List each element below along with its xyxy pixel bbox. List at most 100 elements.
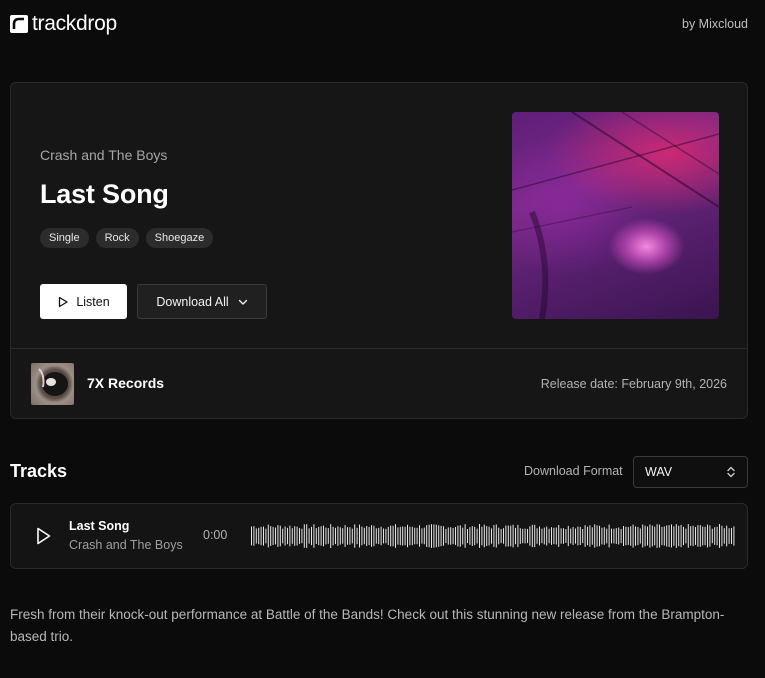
waveform-bar <box>584 525 586 547</box>
waveform-bar <box>637 526 639 546</box>
waveform-bar <box>284 526 286 546</box>
waveform-bar <box>719 524 720 548</box>
download-format-label: Download Format <box>524 464 623 478</box>
waveform-bar <box>318 526 320 546</box>
waveform-bar <box>294 526 296 546</box>
waveform-bar <box>644 525 646 547</box>
waveform-bar <box>311 526 312 546</box>
waveform-bar <box>426 525 428 547</box>
waveform-bar <box>349 527 351 545</box>
waveform-bar <box>253 526 255 546</box>
waveform-bar <box>716 526 718 546</box>
release-artist[interactable]: Crash and The Boys <box>40 147 167 163</box>
waveform-bar <box>354 524 356 548</box>
waveform-bar <box>524 528 526 544</box>
waveform-bar <box>289 525 291 547</box>
waveform-bar <box>373 525 375 547</box>
brand-name: trackdrop <box>32 12 117 35</box>
brand-logo[interactable]: trackdrop <box>10 12 117 36</box>
waveform-bar <box>308 528 310 544</box>
waveform-bar <box>327 528 329 544</box>
label-name[interactable]: 7X Records <box>87 375 164 391</box>
waveform-bar <box>421 528 423 544</box>
waveform-bar <box>675 524 677 548</box>
waveform-bar <box>721 525 723 547</box>
waveform-bar <box>608 524 610 548</box>
waveform-bar <box>666 525 668 547</box>
waveform-bar <box>337 526 339 546</box>
waveform-bar <box>270 526 272 546</box>
waveform-bar <box>577 526 579 546</box>
waveform-bar <box>383 528 384 544</box>
waveform-bar <box>651 525 653 547</box>
waveform-bar <box>479 524 480 548</box>
chevron-up-down-icon <box>727 466 735 478</box>
waveform-bar <box>723 528 725 544</box>
waveform-bar <box>668 525 670 547</box>
play-icon <box>59 296 68 307</box>
waveform-bar <box>527 528 528 544</box>
waveform-bar <box>529 526 531 546</box>
waveform-bar <box>296 526 298 546</box>
waveform-bar <box>395 524 396 548</box>
waveform-bar <box>443 526 444 546</box>
waveform-bar <box>291 528 293 544</box>
waveform-bar <box>313 524 315 548</box>
waveform-bar <box>356 527 358 545</box>
waveform-bar <box>402 526 404 546</box>
waveform-bar <box>339 527 341 545</box>
listen-label: Listen <box>76 294 110 309</box>
play-icon[interactable] <box>33 526 53 546</box>
waveform-bar <box>661 526 663 546</box>
waveform-bar <box>704 526 706 546</box>
label-avatar[interactable] <box>31 363 74 405</box>
download-format-select[interactable]: WAV <box>633 456 748 488</box>
by-mixcloud-link[interactable]: by Mixcloud <box>682 17 748 31</box>
waveform-bar <box>325 527 327 545</box>
waveform-bar <box>673 526 675 546</box>
waveform-bar <box>260 526 262 546</box>
waveform-bar <box>635 526 636 546</box>
album-cover <box>512 112 719 319</box>
waveform-bar <box>351 528 353 544</box>
waveform-bar <box>625 526 627 546</box>
tag-single[interactable]: Single <box>40 228 89 248</box>
waveform-bar <box>452 527 454 545</box>
waveform-bar <box>519 528 521 544</box>
waveform-bar <box>555 527 557 545</box>
waveform-bar <box>563 528 564 544</box>
waveform-bar <box>707 524 708 548</box>
waveform-bar <box>618 527 620 545</box>
label-image <box>38 368 68 396</box>
tag-rock[interactable]: Rock <box>95 228 139 248</box>
waveform-bar <box>423 527 425 545</box>
waveform-bar <box>407 524 408 548</box>
waveform-bar <box>575 528 576 544</box>
waveform-bar <box>491 528 492 544</box>
waveform-bar <box>488 526 490 546</box>
waveform-bar <box>551 527 552 545</box>
waveform-bar <box>457 525 459 547</box>
waveform-bar <box>632 524 634 548</box>
cover-art-lines <box>512 112 719 319</box>
waveform-bar <box>690 526 692 546</box>
release-date: Release date: February 9th, 2026 <box>540 377 727 391</box>
download-all-button[interactable]: Download All <box>137 284 267 319</box>
waveform[interactable] <box>251 524 735 548</box>
listen-button[interactable]: Listen <box>40 284 127 319</box>
waveform-bar <box>438 525 440 547</box>
waveform-bar <box>366 526 368 546</box>
waveform-bar <box>534 524 536 548</box>
waveform-bar <box>733 526 735 546</box>
waveform-bar <box>361 526 363 546</box>
waveform-bar <box>515 527 516 545</box>
track-row[interactable]: Last Song Crash and The Boys 0:00 <box>10 503 748 569</box>
waveform-bar <box>539 526 540 546</box>
waveform-bar <box>471 526 473 546</box>
tag-shoegaze[interactable]: Shoegaze <box>145 228 214 248</box>
waveform-bar <box>323 525 324 547</box>
waveform-bar <box>435 524 437 548</box>
waveform-bar <box>330 524 332 548</box>
waveform-bar <box>392 525 394 547</box>
waveform-bar <box>639 528 641 544</box>
